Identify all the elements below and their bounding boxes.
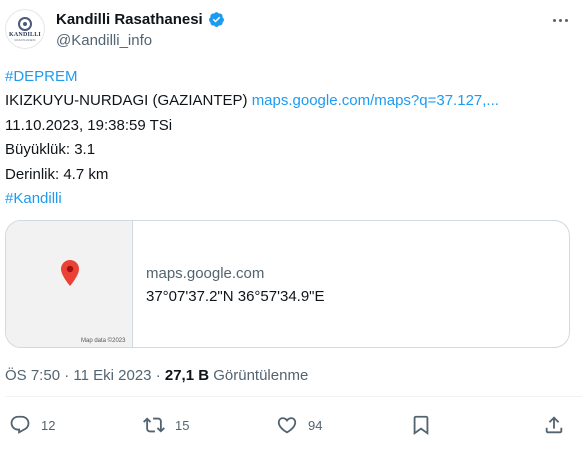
more-icon[interactable]	[548, 10, 572, 30]
like-icon	[277, 417, 297, 434]
tweet-text: #DEPREM IKIZKUYU-NURDAGI (GAZIANTEP) map…	[5, 65, 580, 211]
meta-separator: ·	[64, 367, 70, 384]
kandilli-logo-icon	[18, 16, 32, 31]
location-text: IKIZKUYU-NURDAGI (GAZIANTEP)	[5, 92, 248, 110]
share-button[interactable]	[543, 413, 565, 437]
reply-count: 12	[41, 417, 56, 433]
map-pin-icon	[61, 260, 79, 286]
magnitude-text: Büyüklük: 3.1	[5, 141, 96, 159]
author-name[interactable]: Kandilli Rasathanesi	[56, 10, 203, 30]
link-card[interactable]: Map data ©2023 maps.google.com 37°07'37.…	[5, 220, 570, 348]
author-handle[interactable]: @Kandilli_info	[56, 31, 152, 51]
retweet-icon	[143, 417, 165, 433]
map-credit: Map data ©2023	[81, 338, 126, 344]
like-count: 94	[308, 417, 323, 433]
map-thumbnail: Map data ©2023	[6, 221, 133, 347]
views-label: Görüntülenme	[213, 367, 309, 384]
retweet-count: 15	[175, 417, 190, 433]
maps-link[interactable]: maps.google.com/maps?q=37.127,...	[252, 92, 499, 109]
retweet-button[interactable]: 15	[143, 413, 189, 437]
tweet-date[interactable]: 11 Eki 2023	[73, 367, 151, 384]
avatar[interactable]: KANDILLI RASATHANESI	[5, 9, 45, 49]
depth-text: Derinlik: 4.7 km	[5, 165, 109, 183]
tweet: KANDILLI RASATHANESI Kandilli Rasathanes…	[0, 0, 587, 450]
datetime-text: 11.10.2023, 19:38:59 TSi	[5, 116, 173, 134]
hashtag-deprem[interactable]: #DEPREM	[5, 68, 78, 85]
tweet-meta: ÖS 7:50 · 11 Eki 2023 · 27,1 B Görüntüle…	[5, 366, 308, 386]
tweet-time[interactable]: ÖS 7:50	[5, 367, 60, 384]
bookmark-icon	[413, 415, 429, 436]
bookmark-button[interactable]	[410, 413, 432, 437]
reply-icon	[10, 415, 30, 434]
meta-separator-2: ·	[155, 367, 161, 384]
like-button[interactable]: 94	[276, 413, 322, 437]
share-icon	[545, 416, 563, 434]
card-domain: maps.google.com	[146, 265, 265, 282]
reply-button[interactable]: 12	[9, 413, 55, 437]
divider	[5, 396, 582, 397]
hashtag-kandilli[interactable]: #Kandilli	[5, 190, 62, 207]
avatar-text-2: RASATHANESI	[14, 37, 36, 42]
views-count: 27,1 B	[164, 367, 210, 384]
verified-badge-icon	[209, 12, 224, 27]
card-coordinates: 37°07'37.2"N 36°57'34.9"E	[146, 288, 325, 305]
